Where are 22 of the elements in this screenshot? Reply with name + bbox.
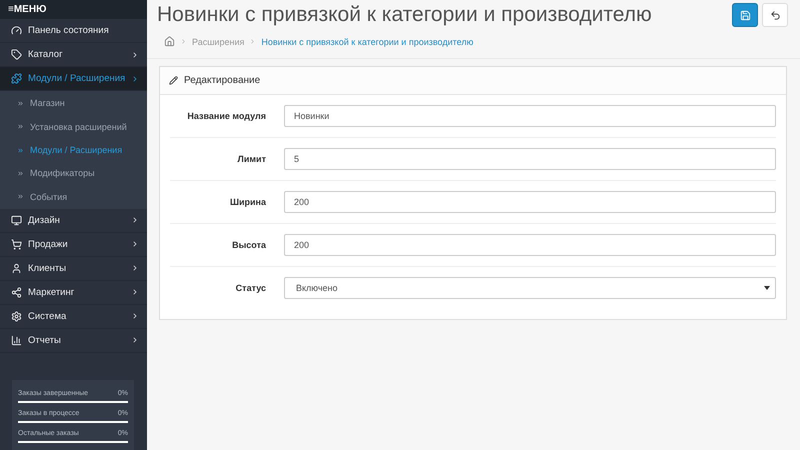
input-field[interactable]: Новинки [284,105,776,127]
field-label: Ширина [228,197,266,207]
submenu-item[interactable]: Установка расширений [0,114,147,138]
panel-title: Редактирование [184,75,260,86]
submenu-item[interactable]: Магазин [0,91,147,115]
field-label: Название модуля [186,111,266,121]
sidebar-item[interactable]: Модули / Расширения [0,67,147,92]
submenu-item[interactable]: Модификаторы [0,162,147,186]
menu-header[interactable]: ≡МЕНЮ [0,0,147,20]
input-field[interactable]: 200 [284,234,776,256]
field-label: Лимит [236,154,266,164]
input-field[interactable]: 200 [284,191,776,213]
status-select[interactable]: Включено [284,277,776,299]
submenu-item[interactable]: Модули / Расширения [0,138,147,162]
field-label: Высота [231,240,266,250]
input-field[interactable]: 5 [284,148,776,170]
field-label: Статус [234,283,266,293]
sidebar-item[interactable]: Клиенты [0,256,147,281]
sidebar-item[interactable]: Продажи [0,232,147,257]
page-title: Новинки с привязкой к категории и производителю [157,3,652,27]
submenu-item[interactable]: События [0,185,147,209]
sidebar-item[interactable]: Дизайн [0,208,147,233]
